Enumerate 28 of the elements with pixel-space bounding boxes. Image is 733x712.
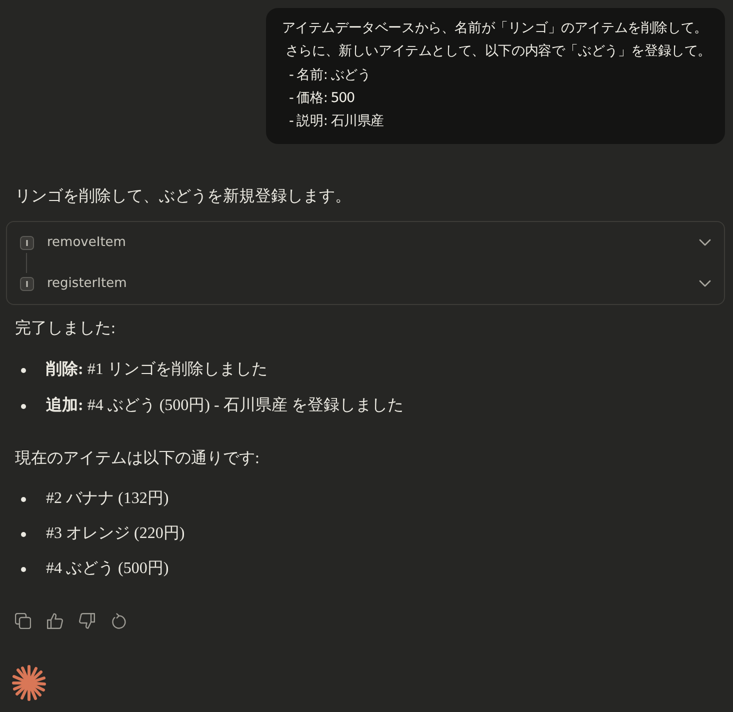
tool-icon	[20, 236, 34, 250]
message-line: さらに、新しいアイテムとして、以下の内容で「ぶどう」を登録して。	[284, 42, 711, 62]
tool-call-button[interactable]: removeItem	[7, 222, 724, 264]
thumbs-up-icon[interactable]	[47, 613, 63, 630]
message-line: アイテムデータベースから、名前が「リンゴ」のアイテムを削除して。	[282, 19, 708, 38]
thumbs-down-icon[interactable]	[79, 613, 95, 630]
copy-icon[interactable]	[15, 613, 31, 630]
response-text: 現在のアイテムは以下の通りです:	[14, 448, 260, 470]
bullet-icon	[21, 566, 26, 572]
list-item-text: #2 バナナ (132円)	[46, 489, 169, 510]
list-item-text: 削除: #1 リンゴを削除しました	[46, 360, 268, 380]
bullet-icon	[21, 368, 26, 373]
response-text: 完了しました:	[14, 318, 116, 340]
message-line: - 説明: 石川県産	[288, 112, 384, 132]
list-item-text: 追加: #4 ぶどう (500円) - 石川県産 を登録しました	[46, 396, 404, 416]
starburst-logo-icon	[12, 665, 46, 702]
retry-icon[interactable]	[111, 613, 127, 630]
response-text: リンゴを削除して、ぶどうを新規登録します。	[14, 186, 351, 208]
tool-icon	[20, 276, 34, 291]
bullet-icon	[21, 532, 26, 537]
message-line: - 価格: 500	[288, 88, 354, 108]
bullet-icon	[21, 496, 26, 502]
connector-line	[26, 253, 27, 274]
message-line: - 名前: ぶどう	[288, 66, 371, 85]
list-item-text: #4 ぶどう (500円)	[46, 559, 169, 580]
bullet-icon	[21, 404, 26, 409]
tool-call-button[interactable]: registerItem	[7, 263, 724, 304]
list-item-text: #3 オレンジ (220円)	[46, 524, 185, 544]
